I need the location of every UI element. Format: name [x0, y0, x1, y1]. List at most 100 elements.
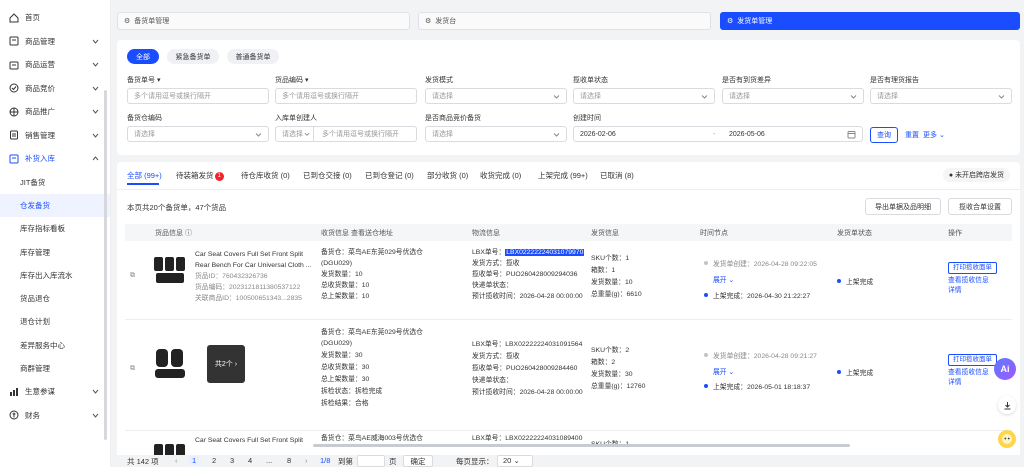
product-thumbnail[interactable]: [151, 345, 189, 383]
date-to[interactable]: 2026-05-06: [729, 131, 765, 138]
sidebar-item-finance[interactable]: 财务: [0, 404, 110, 428]
print-label-button[interactable]: 打印揽收面单: [948, 354, 997, 366]
lbx-no[interactable]: LBX单号：LBX02222224031091564: [472, 339, 582, 350]
tab-shipment-management[interactable]: ⚙ 发货单管理: [720, 12, 1020, 30]
sidebar-item-sales-management[interactable]: 销售管理: [0, 124, 110, 148]
sidebar-item-product-bidding[interactable]: 商品竞价: [0, 77, 110, 101]
download-icon[interactable]: [998, 396, 1016, 414]
copy-icon[interactable]: ⧉: [130, 363, 135, 374]
page-3[interactable]: 3: [230, 456, 234, 465]
chevron-down-icon[interactable]: ▾: [305, 77, 309, 84]
page-1[interactable]: 1: [189, 456, 200, 465]
horizontal-scrollbar[interactable]: [313, 444, 850, 447]
pickup-status-select[interactable]: 请选择: [573, 88, 715, 104]
chip-all[interactable]: 全部: [127, 49, 159, 64]
sidebar-item-replenishment[interactable]: 补货入库: [0, 147, 110, 171]
copy-icon[interactable]: ⧉: [130, 270, 135, 281]
chip-urgent[interactable]: 紧急备货单: [167, 49, 219, 64]
page-4[interactable]: 4: [248, 456, 252, 465]
lbx-no[interactable]: LBX单号：LBX02222224031089400: [472, 433, 582, 444]
status-tab-handover[interactable]: 已到仓交接 (0): [303, 170, 352, 181]
per-page-select[interactable]: 20 ⌄: [497, 455, 533, 467]
chevron-down-icon[interactable]: ▾: [157, 77, 161, 84]
pagination: 共 142 项 ‹ 1 2 3 4 ... 8 › 1/8 到第 页 确定 每页…: [117, 455, 1020, 467]
chevron-down-icon: [998, 95, 1005, 99]
goto-page-input[interactable]: [357, 455, 385, 467]
status-tab-pending-pack[interactable]: 待装箱发货 1: [176, 170, 224, 181]
expand-link[interactable]: 展开 ⌄: [713, 367, 734, 378]
product-thumbnail[interactable]: [151, 436, 189, 456]
more-images-thumbnail[interactable]: 共2个 ›: [207, 345, 245, 383]
page-8[interactable]: 8: [287, 456, 291, 465]
sidebar-item-product-promotion[interactable]: 商品推广: [0, 100, 110, 124]
ai-assistant-button[interactable]: Ai: [994, 358, 1016, 380]
reset-link[interactable]: 重置: [905, 130, 919, 140]
product-title[interactable]: Car Seat Covers Full Set Front Split: [195, 249, 303, 260]
goods-code-input[interactable]: 多个请用逗号或换行隔开: [275, 88, 417, 104]
next-page-icon[interactable]: ›: [305, 456, 308, 465]
product-title-2[interactable]: Rear Bench For Car Universal Cloth ...: [195, 260, 311, 271]
creator-input[interactable]: 多个请用逗号或换行隔开: [314, 129, 399, 139]
sidebar-sub-inventory-dashboard[interactable]: 库存指标看板: [0, 217, 110, 240]
more-link[interactable]: 更多 ⌄: [923, 130, 945, 140]
inbound-creator-input[interactable]: 请选择 多个请用逗号或换行隔开: [275, 126, 417, 142]
label-inbound-creator: 入库单创建人: [275, 115, 317, 122]
help-icon[interactable]: ⓘ: [185, 230, 192, 237]
sidebar-sub-group-management[interactable]: 商群管理: [0, 357, 110, 380]
detail-link[interactable]: 详情: [948, 377, 962, 388]
timeline-shelved: 上架完成：2026-05-01 18:18:37: [704, 382, 810, 393]
sidebar-item-product-management[interactable]: 商品管理: [0, 30, 110, 54]
print-label-button[interactable]: 打印揽收面单: [948, 262, 997, 274]
sidebar-item-business-advisor[interactable]: 生意参谋: [0, 380, 110, 404]
ship-qty: 发货数量：10: [321, 271, 363, 278]
sidebar-item-home[interactable]: 首页: [0, 6, 110, 30]
sidebar-item-product-operations[interactable]: 商品运营: [0, 53, 110, 77]
prev-page-icon[interactable]: ‹: [175, 456, 178, 465]
sidebar-sub-inventory-management[interactable]: 库存管理: [0, 240, 110, 263]
order-no-input[interactable]: 多个请用逗号或换行隔开: [127, 88, 269, 104]
product-title[interactable]: Car Seat Covers Full Set Front Split: [195, 435, 303, 446]
sidebar-scrollbar[interactable]: [104, 90, 107, 440]
status-tab-received[interactable]: 收货完成 (0): [480, 170, 521, 181]
status-tab-registered[interactable]: 已到仓登记 (0): [365, 170, 414, 181]
sidebar-sub-return-plan[interactable]: 退仓计划: [0, 310, 110, 333]
status-tab-cancelled[interactable]: 已取消 (8): [600, 170, 634, 181]
detail-link[interactable]: 详情: [948, 285, 962, 296]
sidebar-sub-jit[interactable]: JIT备货: [0, 171, 110, 194]
export-button[interactable]: 导出单据及品明细: [865, 198, 941, 215]
total-weight: 总重量(g)：6610: [591, 291, 642, 298]
tab-stock-order-management[interactable]: ⚙ 备货单管理: [117, 12, 410, 30]
sidebar-sub-warehouse-replenish[interactable]: 仓发备货: [0, 193, 110, 218]
cross-store-status[interactable]: ● 未开启跨店发货: [942, 168, 1010, 182]
product-thumbnail[interactable]: [151, 251, 189, 289]
expand-link[interactable]: 展开 ⌄: [713, 275, 734, 286]
search-button[interactable]: 查询: [870, 127, 898, 143]
date-from[interactable]: 2026-02-06: [580, 131, 616, 138]
warehouse-code-select[interactable]: 请选择: [127, 126, 269, 142]
status-tab-pending-receive[interactable]: 待仓库收货 (0): [241, 170, 290, 181]
sidebar-sub-discrepancy-center[interactable]: 差异服务中心: [0, 334, 110, 357]
status-tab-partial[interactable]: 部分收货 (0): [427, 170, 468, 181]
label-goods-code: 货品编码 ▾: [275, 77, 309, 84]
tab-shipping-desk[interactable]: ⚙ 发货台: [418, 12, 711, 30]
sidebar-sub-goods-return[interactable]: 货品退仓: [0, 287, 110, 310]
create-time-range[interactable]: 2026-02-06 - 2026-05-06: [573, 126, 863, 142]
page-ellipsis[interactable]: ...: [266, 456, 272, 465]
creator-type-select[interactable]: 请选择: [276, 127, 314, 141]
recv-qty: 总收货数量：10: [321, 282, 370, 289]
bid-replenish-select[interactable]: 请选择: [425, 126, 567, 142]
chevron-down-icon: [553, 95, 560, 99]
page-2[interactable]: 2: [212, 456, 216, 465]
goto-confirm-button[interactable]: 确定: [403, 455, 433, 467]
arrival-diff-select[interactable]: 请选择: [722, 88, 864, 104]
sidebar-sub-inventory-flow[interactable]: 库存出入库流水: [0, 264, 110, 287]
ship-mode-select[interactable]: 请选择: [425, 88, 567, 104]
chip-normal[interactable]: 普通备货单: [227, 49, 279, 64]
status-tab-shelved[interactable]: 上架完成 (99+): [538, 170, 588, 181]
lbx-number-selected[interactable]: LBX02222224031079970: [505, 249, 585, 256]
receipt-settings-button[interactable]: 揽收合单设置: [948, 198, 1012, 215]
pickup-no: 揽收单号：PUO260428009284460: [472, 365, 578, 372]
status-tab-all[interactable]: 全部 (99+): [127, 170, 162, 181]
robot-mascot-icon[interactable]: [998, 430, 1016, 448]
tally-report-select[interactable]: 请选择: [870, 88, 1012, 104]
